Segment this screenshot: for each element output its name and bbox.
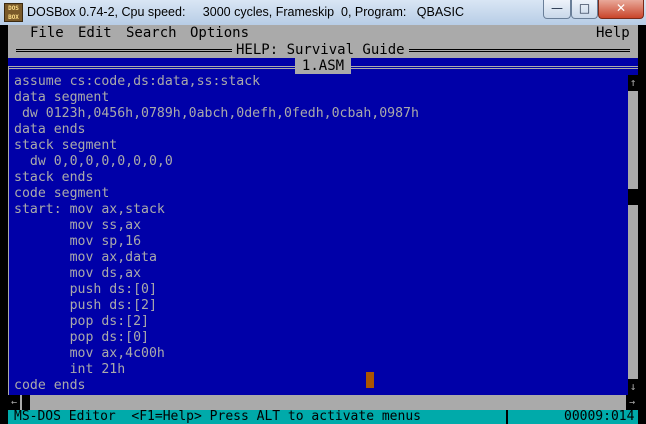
status-divider bbox=[506, 410, 508, 424]
code-line[interactable]: data ends bbox=[14, 122, 85, 138]
close-button[interactable]: ✕ bbox=[598, 0, 644, 19]
code-line[interactable]: mov sp,16 bbox=[14, 234, 141, 250]
code-line[interactable]: pop ds:[2] bbox=[14, 314, 149, 330]
dosbox-app-icon: DOS BOX bbox=[4, 3, 23, 22]
menu-edit[interactable]: Edit bbox=[78, 25, 112, 42]
window-title: DOSBox 0.74-2, Cpu speed: 3000 cycles, F… bbox=[27, 5, 464, 19]
code-line[interactable]: assume cs:code,ds:data,ss:stack bbox=[14, 74, 260, 90]
document-frame-left bbox=[8, 66, 9, 395]
scroll-left-arrow-icon[interactable]: ← bbox=[8, 395, 20, 410]
editor-text-area[interactable]: assume cs:code,ds:data,ss:stack data seg… bbox=[14, 74, 628, 394]
code-line[interactable]: code segment bbox=[14, 186, 109, 202]
code-line[interactable]: mov ss,ax bbox=[14, 218, 141, 234]
help-window-title: HELP: Survival Guide bbox=[232, 42, 409, 58]
code-line[interactable]: stack ends bbox=[14, 170, 93, 186]
status-bar: MS-DOS Editor <F1=Help> Press ALT to act… bbox=[8, 410, 638, 424]
dos-screen: File Edit Search Options Help HELP: Surv… bbox=[8, 25, 638, 424]
scroll-right-arrow-icon[interactable]: → bbox=[626, 395, 638, 410]
cursor-position: 00009:014 bbox=[564, 409, 635, 424]
close-icon: ✕ bbox=[615, 1, 627, 15]
code-line[interactable]: int 21h bbox=[14, 362, 126, 378]
code-line[interactable]: dw 0123h,0456h,0789h,0abch,0defh,0fedh,0… bbox=[14, 106, 419, 122]
help-window-titlebar: HELP: Survival Guide bbox=[8, 42, 638, 58]
scroll-down-arrow-icon[interactable]: ↓ bbox=[628, 379, 638, 395]
menu-file[interactable]: File bbox=[30, 25, 64, 42]
status-message: MS-DOS Editor <F1=Help> Press ALT to act… bbox=[14, 409, 421, 424]
maximize-button[interactable]: □ bbox=[571, 0, 598, 19]
menu-bar: File Edit Search Options Help bbox=[8, 25, 638, 42]
code-line[interactable]: dw 0,0,0,0,0,0,0,0 bbox=[14, 154, 173, 170]
minimize-icon: — bbox=[551, 1, 563, 15]
document-title-tab: 1.ASM bbox=[295, 58, 351, 74]
menu-search[interactable]: Search bbox=[126, 25, 177, 42]
code-line[interactable]: data segment bbox=[14, 90, 109, 106]
document-window: 1.ASM assume cs:code,ds:data,ss:stack da… bbox=[8, 58, 638, 395]
code-line[interactable]: mov ax,4c00h bbox=[14, 346, 165, 362]
code-line[interactable]: start: mov ax,stack bbox=[14, 202, 165, 218]
minimize-button[interactable]: — bbox=[543, 0, 571, 19]
maximize-icon: □ bbox=[578, 1, 591, 15]
code-line[interactable]: stack segment bbox=[14, 138, 117, 154]
code-line[interactable]: code ends bbox=[14, 378, 85, 394]
window-titlebar[interactable]: DOS BOX DOSBox 0.74-2, Cpu speed: 3000 c… bbox=[0, 0, 646, 25]
code-line[interactable]: push ds:[0] bbox=[14, 282, 157, 298]
horizontal-scroll-thumb[interactable] bbox=[22, 395, 30, 410]
code-line[interactable]: push ds:[2] bbox=[14, 298, 157, 314]
vertical-scrollbar[interactable]: ↑ ↓ bbox=[628, 75, 638, 395]
code-line[interactable]: pop ds:[0] bbox=[14, 330, 149, 346]
menu-options[interactable]: Options bbox=[190, 25, 249, 42]
vertical-scroll-thumb[interactable] bbox=[628, 189, 638, 205]
text-cursor bbox=[366, 372, 374, 388]
horizontal-scrollbar[interactable]: ← → bbox=[8, 395, 638, 410]
code-line[interactable]: mov ax,data bbox=[14, 250, 157, 266]
code-line[interactable]: mov ds,ax bbox=[14, 266, 141, 282]
scroll-up-arrow-icon[interactable]: ↑ bbox=[628, 75, 638, 91]
menu-help[interactable]: Help bbox=[596, 25, 630, 42]
